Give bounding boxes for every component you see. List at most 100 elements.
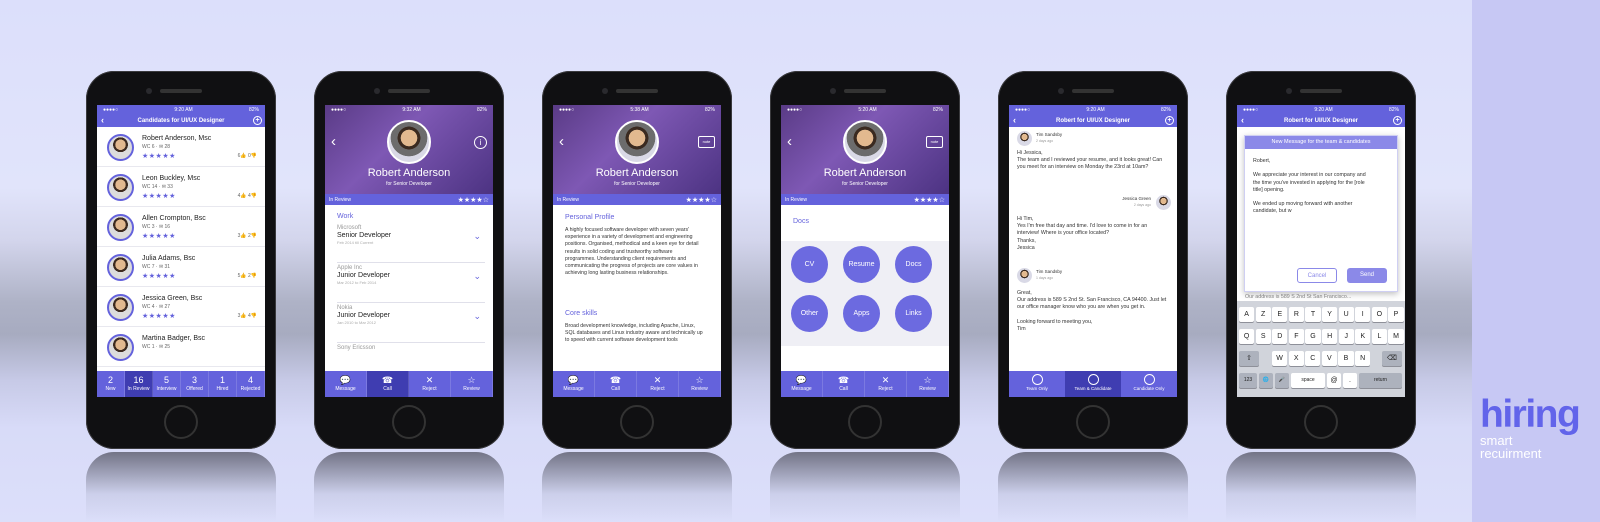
message-button[interactable]: 💬 Message — [781, 371, 823, 397]
tab-rejected[interactable]: 4 Rejected — [237, 371, 265, 397]
review-button[interactable]: ☆ Review — [451, 371, 493, 397]
tab-in-review[interactable]: 16 In Review — [125, 371, 153, 397]
call-button[interactable]: ☎ Call — [367, 371, 409, 397]
send-button[interactable]: Send — [1347, 268, 1387, 283]
key-n[interactable]: N — [1355, 351, 1371, 366]
call-button[interactable]: ☎ Call — [595, 371, 637, 397]
key-h[interactable]: H — [1322, 329, 1338, 344]
home-button[interactable] — [164, 405, 198, 439]
back-icon[interactable]: ‹ — [331, 133, 336, 150]
message-button[interactable]: 💬 Message — [553, 371, 595, 397]
review-button[interactable]: ☆ Review — [907, 371, 949, 397]
tab-interview[interactable]: 5 Interview — [153, 371, 181, 397]
job-item[interactable]: Apple Inc Junior Developer Mar 2012 to Feb… — [337, 265, 485, 303]
key-t[interactable]: T — [1305, 307, 1321, 322]
job-item[interactable]: Nokia Junior Developer Jan 2010 to Mar 201… — [337, 305, 485, 343]
key-o[interactable]: O — [1371, 307, 1387, 322]
back-icon[interactable]: ‹ — [101, 114, 104, 127]
chevron-down-icon[interactable]: ⌄ — [473, 231, 481, 242]
backspace-icon[interactable]: ⌫ — [1382, 351, 1402, 366]
doc-docs-button[interactable]: Docs — [895, 246, 932, 283]
call-button[interactable]: ☎ Call — [823, 371, 865, 397]
note-icon[interactable]: note — [698, 136, 715, 148]
key-l[interactable]: L — [1371, 329, 1387, 344]
candidate-row[interactable]: Allen Crompton, Bsc WC 3 · ✉ 16 ★★★★★ 3👍 2👎 — [97, 207, 265, 247]
doc-cv-button[interactable]: CV — [791, 246, 828, 283]
home-button[interactable] — [392, 405, 426, 439]
home-button[interactable] — [848, 405, 882, 439]
candidate-row[interactable]: Jessica Green, Bsc WC 4 · ✉ 27 ★★★★★ 3👍 4👎 — [97, 287, 265, 327]
cancel-button[interactable]: Cancel — [1297, 268, 1337, 283]
key-dot[interactable]: . — [1343, 373, 1357, 388]
tab-offered[interactable]: 3 Offered — [181, 371, 209, 397]
message-button[interactable]: 💬 Message — [325, 371, 367, 397]
key-b[interactable]: B — [1338, 351, 1354, 366]
group-icon — [1031, 374, 1043, 385]
rating-stars[interactable]: ★★★★☆ — [686, 196, 717, 204]
key-at[interactable]: @ — [1327, 373, 1341, 388]
return-key[interactable]: return — [1359, 373, 1402, 388]
key-q[interactable]: Q — [1239, 329, 1255, 344]
home-button[interactable] — [620, 405, 654, 439]
key-c[interactable]: C — [1305, 351, 1321, 366]
mic-icon[interactable]: 🎤 — [1275, 373, 1289, 388]
key-r[interactable]: R — [1288, 307, 1304, 322]
note-icon[interactable]: note — [926, 136, 943, 148]
back-icon[interactable]: ‹ — [1241, 114, 1244, 127]
job-item[interactable]: Microsoft Senior Developer Feb 2014 till C… — [337, 225, 485, 263]
key-d[interactable]: D — [1272, 329, 1288, 344]
key-i[interactable]: I — [1355, 307, 1371, 322]
reject-button[interactable]: ✕ Reject — [637, 371, 679, 397]
option-team-candidate[interactable]: Team & Candidate — [1065, 371, 1121, 397]
key-u[interactable]: U — [1338, 307, 1354, 322]
back-icon[interactable]: ‹ — [787, 133, 792, 150]
review-button[interactable]: ☆ Review — [679, 371, 721, 397]
key-z[interactable]: Z — [1255, 307, 1271, 322]
candidate-name: Jessica Green, Bsc — [142, 295, 203, 302]
candidate-row[interactable]: Martina Badger, Bsc WC 1 · ✉ 25 — [97, 327, 265, 367]
doc-apps-button[interactable]: Apps — [843, 295, 880, 332]
info-icon[interactable]: i — [474, 136, 487, 149]
key-w[interactable]: W — [1272, 351, 1288, 366]
home-button[interactable] — [1304, 405, 1338, 439]
add-icon[interactable]: + — [1165, 116, 1174, 125]
chevron-down-icon[interactable]: ⌄ — [473, 271, 481, 282]
doc-links-button[interactable]: Links — [895, 295, 932, 332]
candidate-row[interactable]: Robert Anderson, Msc WC 6 · ✉ 28 ★★★★★ 6👍 0… — [97, 127, 265, 167]
key-g[interactable]: G — [1305, 329, 1321, 344]
key-s[interactable]: S — [1255, 329, 1271, 344]
space-key[interactable]: space — [1291, 373, 1325, 388]
shift-icon[interactable]: ⇧ — [1239, 351, 1259, 366]
candidate-row[interactable]: Julia Adams, Bsc WC 7 · ✉ 31 ★★★★★ 5👍 2👎 — [97, 247, 265, 287]
key-v[interactable]: V — [1321, 351, 1337, 366]
back-icon[interactable]: ‹ — [1013, 114, 1016, 127]
option-team-only[interactable]: Team Only — [1009, 371, 1065, 397]
key-x[interactable]: X — [1288, 351, 1304, 366]
key-j[interactable]: J — [1338, 329, 1354, 344]
candidate-row[interactable]: Leon Buckley, Msc WC 14 · ✉ 33 ★★★★★ 4👍 4👎 — [97, 167, 265, 207]
rating-stars[interactable]: ★★★★☆ — [914, 196, 945, 204]
globe-icon[interactable]: 🌐 — [1259, 373, 1273, 388]
tab-hired[interactable]: 1 Hired — [209, 371, 237, 397]
key-m[interactable]: M — [1388, 329, 1404, 344]
reject-button[interactable]: ✕ Reject — [865, 371, 907, 397]
key-a[interactable]: A — [1239, 307, 1255, 322]
tab-new[interactable]: 2 New — [97, 371, 125, 397]
option-candidate-only[interactable]: Candidate Only — [1121, 371, 1177, 397]
back-icon[interactable]: ‹ — [559, 133, 564, 150]
reject-button[interactable]: ✕ Reject — [409, 371, 451, 397]
key-y[interactable]: Y — [1322, 307, 1338, 322]
key-e[interactable]: E — [1272, 307, 1288, 322]
key-f[interactable]: F — [1288, 329, 1304, 344]
key-k[interactable]: K — [1355, 329, 1371, 344]
key-p[interactable]: P — [1388, 307, 1404, 322]
chevron-down-icon[interactable]: ⌄ — [473, 311, 481, 322]
message-textarea[interactable]: Robert, We appreciate your interest in o… — [1253, 158, 1373, 216]
doc-other-button[interactable]: Other — [791, 295, 828, 332]
home-button[interactable] — [1076, 405, 1110, 439]
add-icon[interactable]: + — [1393, 116, 1402, 125]
doc-resume-button[interactable]: Resume — [843, 246, 880, 283]
numbers-key[interactable]: 123 — [1239, 373, 1257, 388]
rating-stars[interactable]: ★★★★☆ — [458, 196, 489, 204]
add-icon[interactable]: + — [253, 116, 262, 125]
